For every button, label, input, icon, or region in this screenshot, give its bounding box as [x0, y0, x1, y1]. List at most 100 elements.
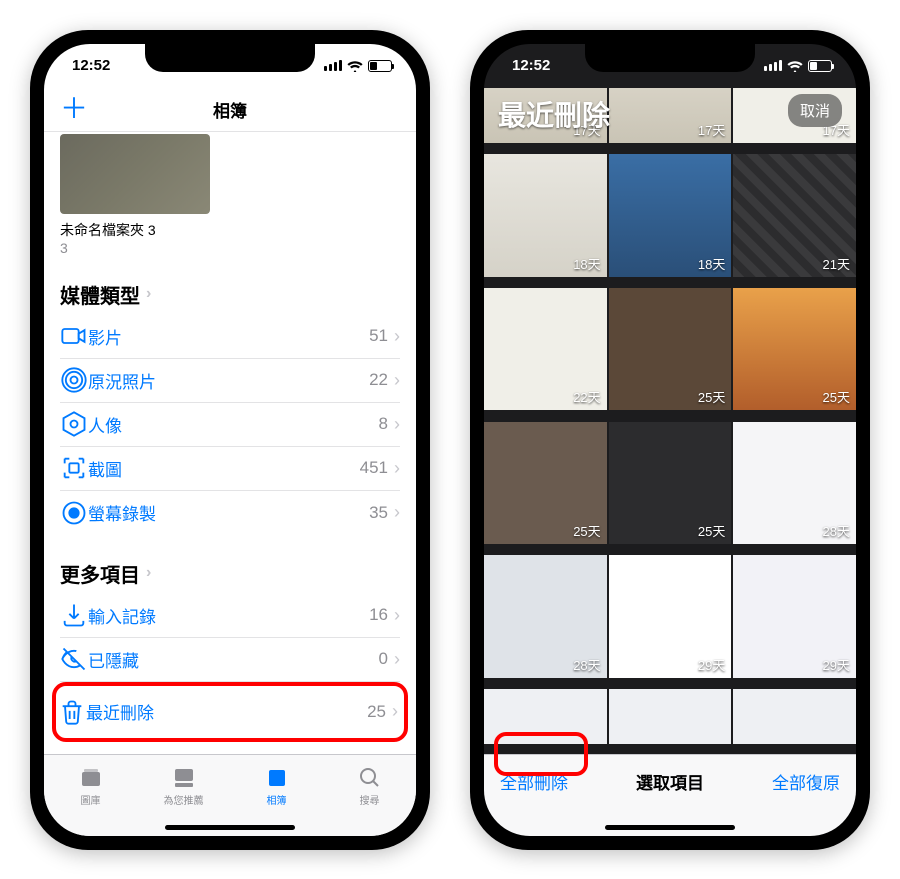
portrait-icon [60, 410, 88, 438]
row-video[interactable]: 影片 51 › [60, 315, 400, 359]
chevron-right-icon: › [394, 605, 400, 626]
photo-thumbnail[interactable] [609, 689, 732, 744]
photo-thumbnail[interactable]: 25天 [484, 422, 607, 545]
chevron-right-icon: › [394, 649, 400, 670]
photo-thumbnail[interactable]: 29天 [609, 555, 732, 678]
photo-thumbnail[interactable]: 28天 [484, 555, 607, 678]
chevron-right-icon: › [394, 414, 400, 435]
photo-thumbnail[interactable]: 29天 [733, 555, 856, 678]
row-label: 影片 [88, 324, 369, 349]
section-title: 更多項目 [60, 559, 140, 588]
row-live[interactable]: 原況照片 22 › [60, 359, 400, 403]
chevron-right-icon: › [394, 502, 400, 523]
home-indicator[interactable] [165, 825, 295, 830]
days-label: 29天 [698, 655, 725, 674]
photo-grid: 17天 17天 17天 18天 18天 21天 22天 25天 25天 25天 … [484, 88, 856, 754]
battery-icon [808, 60, 832, 72]
photo-thumbnail[interactable]: 21天 [733, 154, 856, 277]
photo-thumbnail[interactable]: 28天 [733, 422, 856, 545]
cellular-icon [764, 60, 782, 71]
video-icon [60, 322, 88, 350]
screen-albums: 12:52 ＋ 相簿 未命名檔案夾 3 3 媒體類型 › 影片 [44, 44, 416, 836]
tab-library[interactable]: 圖庫 [44, 755, 137, 818]
tab-label: 圖庫 [81, 792, 101, 807]
row-recording[interactable]: 螢幕錄製 35 › [60, 491, 400, 535]
chevron-right-icon: › [146, 564, 151, 582]
days-label: 18天 [573, 254, 600, 273]
row-count: 0 [379, 649, 388, 669]
row-count: 51 [369, 326, 388, 346]
live-icon [60, 366, 88, 394]
days-label: 21天 [823, 254, 850, 273]
nav-bar: ＋ 相簿 [44, 88, 416, 132]
trash-icon [58, 698, 86, 726]
album-thumbnail[interactable] [60, 134, 210, 214]
status-icons [324, 60, 392, 72]
cellular-icon [324, 60, 342, 71]
days-label: 25天 [698, 521, 725, 540]
row-label: 原況照片 [88, 368, 369, 393]
row-label: 已隱藏 [88, 647, 379, 672]
tab-foryou[interactable]: 為您推薦 [137, 755, 230, 818]
row-count: 8 [379, 414, 388, 434]
album-name: 未命名檔案夾 3 [60, 220, 400, 240]
wifi-icon [347, 60, 363, 72]
row-label: 螢幕錄製 [88, 500, 369, 525]
days-label: 25天 [698, 387, 725, 406]
row-count: 35 [369, 503, 388, 523]
screen-title: 最近刪除 [498, 94, 610, 134]
chevron-right-icon: › [146, 285, 151, 303]
photo-thumbnail[interactable]: 22天 [484, 288, 607, 411]
row-imports[interactable]: 輸入記錄 16 › [60, 594, 400, 638]
photo-thumbnail[interactable]: 18天 [484, 154, 607, 277]
status-icons [764, 60, 832, 72]
battery-icon [368, 60, 392, 72]
more-rows: 輸入記錄 16 › 已隱藏 0 › 最近刪除 25 › [60, 594, 400, 742]
nav-title: 相簿 [213, 97, 247, 122]
row-label: 最近刪除 [86, 699, 367, 724]
days-label: 18天 [698, 254, 725, 273]
tab-label: 為您推薦 [164, 792, 204, 807]
photo-thumbnail[interactable]: 18天 [609, 154, 732, 277]
days-label: 29天 [823, 655, 850, 674]
add-button[interactable]: ＋ [60, 95, 88, 123]
media-rows: 影片 51 › 原況照片 22 › 人像 8 › [60, 315, 400, 535]
phone-frame-left: 12:52 ＋ 相簿 未命名檔案夾 3 3 媒體類型 › 影片 [30, 30, 430, 850]
screen-recently-deleted: 12:52 最近刪除 取消 17天 17天 17天 18天 18天 21天 22… [484, 44, 856, 836]
days-label: 22天 [573, 387, 600, 406]
days-label: 28天 [823, 521, 850, 540]
photo-thumbnail[interactable]: 25天 [609, 422, 732, 545]
section-more[interactable]: 更多項目 › [60, 559, 400, 588]
tab-search[interactable]: 搜尋 [323, 755, 416, 818]
tab-bar: 圖庫 為您推薦 相簿 搜尋 [44, 754, 416, 836]
phone-frame-right: 12:52 最近刪除 取消 17天 17天 17天 18天 18天 21天 22… [470, 30, 870, 850]
deleted-header: 最近刪除 取消 [484, 88, 856, 140]
albums-content: 未命名檔案夾 3 3 媒體類型 › 影片 51 › 原況照片 22 › [44, 132, 416, 754]
recover-all-button[interactable]: 全部復原 [772, 769, 840, 794]
row-screenshot[interactable]: 截圖 451 › [60, 447, 400, 491]
select-items-label: 選取項目 [568, 769, 772, 794]
row-count: 16 [369, 605, 388, 625]
section-media-types[interactable]: 媒體類型 › [60, 280, 400, 309]
row-portrait[interactable]: 人像 8 › [60, 403, 400, 447]
wifi-icon [787, 60, 803, 72]
days-label: 25天 [573, 521, 600, 540]
chevron-right-icon: › [392, 701, 398, 722]
highlight-delete-all [494, 732, 588, 776]
cancel-button[interactable]: 取消 [788, 94, 842, 127]
photo-thumbnail[interactable]: 25天 [733, 288, 856, 411]
status-time: 12:52 [512, 57, 550, 74]
import-icon [60, 601, 88, 629]
row-recently-deleted[interactable]: 最近刪除 25 › [58, 690, 398, 734]
tab-label: 相簿 [267, 792, 287, 807]
row-hidden[interactable]: 已隱藏 0 › [60, 638, 400, 682]
days-label: 28天 [573, 655, 600, 674]
tab-albums[interactable]: 相簿 [230, 755, 323, 818]
row-label: 人像 [88, 412, 379, 437]
row-count: 22 [369, 370, 388, 390]
home-indicator[interactable] [605, 825, 735, 830]
photo-thumbnail[interactable] [733, 689, 856, 744]
section-title: 媒體類型 [60, 280, 140, 309]
photo-thumbnail[interactable]: 25天 [609, 288, 732, 411]
tab-label: 搜尋 [360, 792, 380, 807]
